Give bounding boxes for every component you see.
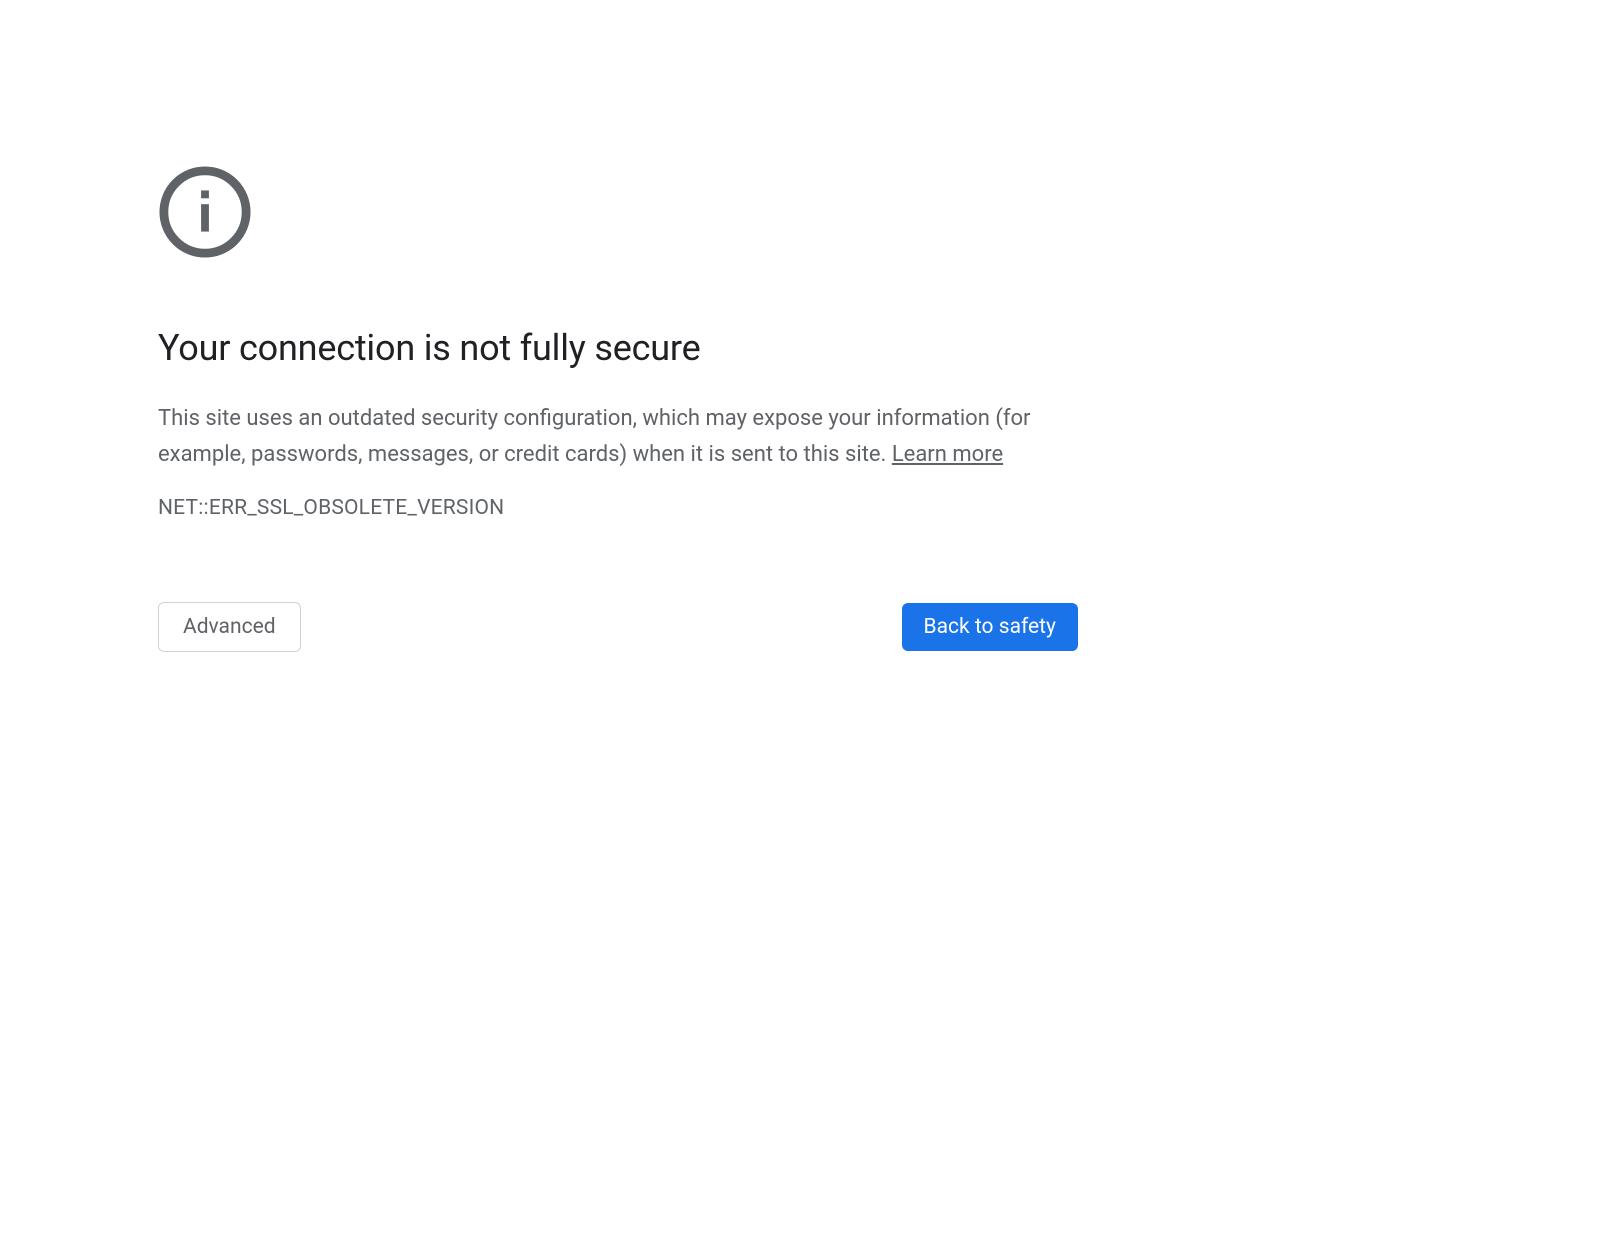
error-code: NET::ERR_SSL_OBSOLETE_VERSION — [158, 496, 1078, 520]
warning-description: This site uses an outdated security conf… — [158, 401, 1078, 474]
page-title: Your connection is not fully secure — [158, 327, 1078, 369]
advanced-button[interactable]: Advanced — [158, 602, 301, 652]
back-to-safety-button[interactable]: Back to safety — [902, 603, 1078, 651]
learn-more-link[interactable]: Learn more — [892, 442, 1003, 467]
info-icon — [158, 165, 1078, 259]
security-interstitial: Your connection is not fully secure This… — [158, 0, 1078, 652]
button-row: Advanced Back to safety — [158, 602, 1078, 652]
